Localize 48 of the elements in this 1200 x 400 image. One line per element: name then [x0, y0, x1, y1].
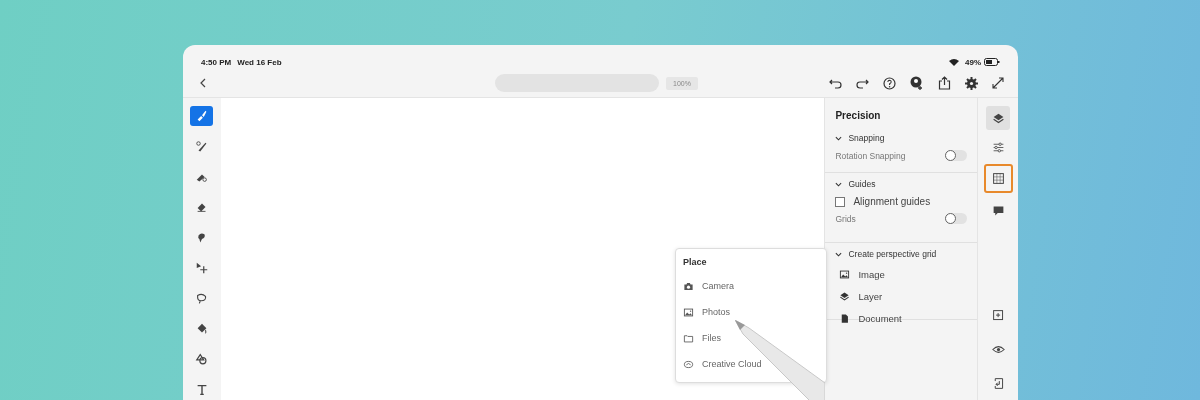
chevron-icon	[835, 134, 843, 142]
battery-percentage: 49%	[965, 57, 981, 67]
status-date: Wed 16 Feb	[237, 57, 282, 67]
checkbox[interactable]: Alignment guides	[835, 196, 931, 207]
undo-icon[interactable]	[829, 77, 842, 89]
panel-title: Precision	[834, 109, 882, 123]
sliders-icon	[991, 140, 1005, 154]
panel-toggle-button[interactable]	[983, 164, 1013, 193]
menu-item[interactable]: Camera	[682, 273, 734, 299]
battery-icon	[984, 58, 1000, 66]
menu-item[interactable]: Files	[682, 325, 721, 351]
menu-item[interactable]: Photos	[682, 299, 730, 325]
section-header[interactable]: Guides	[835, 179, 876, 189]
setting-label: Rotation Snapping	[835, 150, 906, 161]
wifi-icon	[949, 58, 959, 66]
menu-item[interactable]: Document	[835, 307, 908, 329]
layers-icon	[991, 111, 1005, 125]
chevron-icon	[835, 250, 843, 258]
comment-icon	[991, 203, 1005, 217]
fullscreen-icon[interactable]	[992, 77, 1004, 89]
section-header[interactable]: Create perspective grid	[835, 249, 937, 259]
menu-item[interactable]: Image	[835, 263, 891, 285]
toggle-switch[interactable]	[945, 213, 968, 224]
document-icon	[839, 312, 851, 324]
setting-label: Grids	[835, 213, 856, 224]
section-header[interactable]: Snapping	[835, 133, 885, 143]
popover-title: Place	[682, 257, 708, 267]
panel-toggle-button[interactable]	[986, 106, 1011, 130]
shapes-icon	[194, 352, 209, 367]
image-icon	[839, 268, 851, 280]
menu-item[interactable]: Creative Cloud	[682, 351, 762, 377]
folder-icon	[682, 332, 694, 344]
camera-icon	[682, 280, 694, 292]
tool-button[interactable]	[190, 106, 214, 127]
settings-icon[interactable]	[965, 76, 978, 90]
toggle-switch[interactable]	[945, 150, 968, 161]
layers-icon	[839, 290, 851, 302]
grid-icon	[991, 172, 1005, 185]
chevron-icon	[835, 180, 843, 188]
move-icon	[194, 261, 209, 276]
help-icon[interactable]	[883, 76, 896, 90]
back-button[interactable]	[199, 78, 207, 88]
image-icon	[682, 306, 694, 318]
share-icon[interactable]	[938, 76, 951, 90]
menu-item[interactable]: Layer	[835, 285, 889, 307]
status-time: 4:50 PM	[201, 57, 232, 67]
redo-icon[interactable]	[856, 77, 869, 89]
add-icon	[991, 308, 1005, 322]
